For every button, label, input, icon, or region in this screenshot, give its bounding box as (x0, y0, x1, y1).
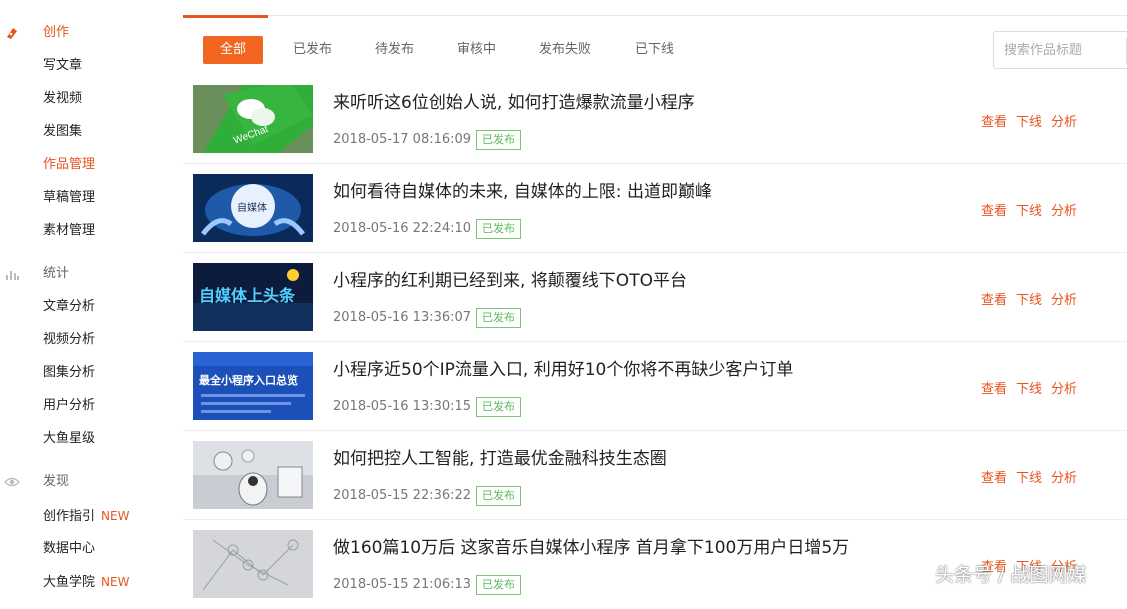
article-thumbnail[interactable] (193, 441, 313, 509)
pen-icon (7, 28, 17, 39)
filter-failed[interactable]: 发布失败 (539, 36, 591, 64)
article-title[interactable]: 如何把控人工智能, 打造最优金融科技生态圈 (333, 444, 667, 469)
view-link[interactable]: 查看 (981, 293, 1007, 308)
view-link[interactable]: 查看 (981, 204, 1007, 219)
article-title[interactable]: 如何看待自媒体的未来, 自媒体的上限: 出道即巅峰 (333, 177, 712, 202)
article-title[interactable]: 小程序的红利期已经到来, 将颠覆线下OTO平台 (333, 266, 687, 291)
offline-link[interactable]: 下线 (1016, 471, 1042, 486)
article-row: WeChat 来听听这6位创始人说, 如何打造爆款流量小程序 2018-05-1… (183, 75, 1127, 164)
view-link[interactable]: 查看 (981, 471, 1007, 486)
search-box (993, 31, 1127, 69)
bar-chart-icon (6, 271, 19, 280)
analyze-link[interactable]: 分析 (1051, 204, 1077, 219)
search-input[interactable] (994, 32, 1124, 68)
article-date: 2018-05-16 22:24:10 (333, 221, 472, 236)
status-badge: 已发布 (476, 575, 521, 595)
svg-text:自媒体上头条: 自媒体上头条 (199, 286, 296, 305)
filter-published[interactable]: 已发布 (293, 36, 332, 64)
status-badge: 已发布 (476, 130, 521, 150)
offline-link[interactable]: 下线 (1016, 293, 1042, 308)
content-tabs (183, 0, 1127, 18)
view-link[interactable]: 查看 (981, 115, 1007, 130)
article-date: 2018-05-17 08:16:09 (333, 132, 472, 147)
analyze-link[interactable]: 分析 (1051, 293, 1077, 308)
filter-pending[interactable]: 待发布 (375, 36, 414, 64)
offline-link[interactable]: 下线 (1016, 204, 1042, 219)
article-thumbnail[interactable]: 最全小程序入口总览 (193, 352, 313, 420)
article-row: 自媒体 如何看待自媒体的未来, 自媒体的上限: 出道即巅峰 2018-05-16… (183, 164, 1127, 253)
tab-active-indicator[interactable] (183, 0, 268, 18)
article-date: 2018-05-15 22:36:22 (333, 488, 472, 503)
article-title[interactable]: 小程序近50个IP流量入口, 利用好10个你将不再缺少客户订单 (333, 355, 793, 380)
article-thumbnail[interactable]: 自媒体 (193, 174, 313, 242)
sidebar: 创作 写文章 发视频 发图集 作品管理 草稿管理 素材管理 统计 文章分析 视频… (0, 0, 175, 592)
status-badge: 已发布 (476, 486, 521, 506)
article-row: 最全小程序入口总览 小程序近50个IP流量入口, 利用好10个你将不再缺少客户订… (183, 342, 1127, 431)
analyze-link[interactable]: 分析 (1051, 382, 1077, 397)
article-title[interactable]: 做160篇10万后 这家音乐自媒体小程序 首月拿下100万用户日增5万 (333, 533, 849, 558)
article-title[interactable]: 来听听这6位创始人说, 如何打造爆款流量小程序 (333, 88, 695, 113)
analyze-link[interactable]: 分析 (1051, 471, 1077, 486)
article-row: 如何把控人工智能, 打造最优金融科技生态圈 2018-05-15 22:36:2… (183, 431, 1127, 520)
new-badge: NEW (101, 575, 130, 589)
svg-text:最全小程序入口总览: 最全小程序入口总览 (199, 373, 298, 387)
status-badge: 已发布 (476, 219, 521, 239)
analyze-link[interactable]: 分析 (1051, 115, 1077, 130)
new-badge: NEW (101, 509, 130, 523)
row-actions: 查看 下线 分析 (981, 378, 1086, 397)
eye-icon (4, 477, 20, 487)
offline-link[interactable]: 下线 (1016, 382, 1042, 397)
row-actions: 查看 下线 分析 (981, 289, 1086, 308)
status-badge: 已发布 (476, 397, 521, 417)
article-thumbnail[interactable]: WeChat (193, 85, 313, 153)
status-badge: 已发布 (476, 308, 521, 328)
article-thumbnail[interactable]: 自媒体上头条 (193, 263, 313, 331)
article-date: 2018-05-15 21:06:13 (333, 577, 472, 592)
watermark: 头条号 / 战图网媒 (935, 564, 1087, 586)
article-date: 2018-05-16 13:30:15 (333, 399, 472, 414)
main-content: 全部 已发布 待发布 审核中 发布失败 已下线 WeChat 来听听这6位创始人… (183, 0, 1127, 598)
article-row: 自媒体上头条 小程序的红利期已经到来, 将颠覆线下OTO平台 2018-05-1… (183, 253, 1127, 342)
article-thumbnail[interactable] (193, 530, 313, 598)
filter-reviewing[interactable]: 审核中 (457, 36, 496, 64)
row-actions: 查看 下线 分析 (981, 200, 1086, 219)
article-date: 2018-05-16 13:36:07 (333, 310, 472, 325)
row-actions: 查看 下线 分析 (981, 467, 1086, 486)
offline-link[interactable]: 下线 (1016, 115, 1042, 130)
view-link[interactable]: 查看 (981, 382, 1007, 397)
filter-offline[interactable]: 已下线 (635, 36, 674, 64)
svg-text:自媒体: 自媒体 (237, 201, 267, 214)
filter-all[interactable]: 全部 (203, 36, 263, 64)
row-actions: 查看 下线 分析 (981, 111, 1086, 130)
